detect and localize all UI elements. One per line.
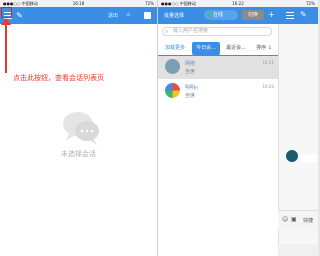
- status-bar: ●●●○○ 中国移动 16:18 72%: [0, 0, 157, 7]
- phone-left: ●●●○○ 中国移动 16:18 72% ✎ 退出 ⚠ 点击此按钮，查看会话列表…: [0, 0, 157, 256]
- sort-button[interactable]: 排序 ↓: [252, 42, 276, 55]
- phone-right: ●●●○○ 中国移动 16:22 72% 批量选择 在线 切换 + ✎ ⌕ 输入…: [158, 0, 318, 256]
- annotation-arrow-line: [5, 19, 7, 73]
- chat-input-bar: ☺ ▣ 快捷: [278, 210, 318, 230]
- search-placeholder: 输入用户名搜索: [173, 28, 209, 34]
- user-icon[interactable]: [144, 12, 151, 19]
- edit-icon-right[interactable]: ✎: [300, 10, 307, 19]
- avatar: [165, 59, 180, 74]
- session-tabs: 加载更多 今日会... 最近会... 排序 ↓: [158, 42, 278, 55]
- image-icon[interactable]: ▣: [291, 216, 297, 223]
- alert-icon[interactable]: ⚠: [126, 12, 130, 18]
- load-more-button[interactable]: 加载更多: [160, 42, 190, 55]
- online-status-pill[interactable]: 在线: [204, 10, 238, 20]
- session-time: 16:20: [262, 84, 274, 89]
- search-input[interactable]: ⌕ 输入用户名搜索: [162, 27, 272, 36]
- online-dot-icon: [207, 13, 211, 17]
- quick-reply-button[interactable]: 快捷: [303, 217, 313, 224]
- clock-text-right: 16:22: [232, 1, 244, 6]
- logout-link[interactable]: 退出: [108, 12, 118, 19]
- annotation-text: 点击此按钮，查看会话列表页: [13, 74, 104, 82]
- session-item[interactable]: 网络 16:21 坐席: [158, 56, 278, 79]
- clock-text: 16:18: [72, 1, 85, 6]
- battery-text: 72%: [145, 1, 154, 6]
- avatar: [165, 83, 180, 98]
- session-subtitle: 坐席: [185, 69, 196, 75]
- batch-select-button[interactable]: 批量选择: [164, 12, 184, 19]
- screenshot-stage: ●●●○○ 中国移动 16:18 72% ✎ 退出 ⚠ 点击此按钮，查看会话列表…: [0, 0, 318, 256]
- menu-icon-right[interactable]: [286, 12, 294, 19]
- emoji-icon[interactable]: ☺: [282, 216, 288, 223]
- chat-avatar: [286, 150, 298, 162]
- session-name: 明明n: [185, 85, 199, 91]
- search-icon: ⌕: [165, 28, 169, 35]
- switch-button[interactable]: 切换: [242, 10, 264, 20]
- status-bar-right: ●●●○○ 中国移动 16:22 72%: [158, 0, 318, 7]
- add-icon[interactable]: +: [268, 10, 275, 19]
- top-nav-bar-right: 批量选择 在线 切换 + ✎: [158, 7, 318, 24]
- session-name: 网络: [185, 61, 196, 67]
- battery-text-right: 72%: [306, 1, 315, 6]
- menu-highlight-box: [1, 7, 12, 18]
- session-time: 16:21: [262, 60, 274, 65]
- session-subtitle: 坐席: [185, 93, 196, 99]
- edit-icon[interactable]: ✎: [15, 11, 24, 20]
- online-status-text: 在线: [213, 12, 224, 18]
- chat-bubbles-icon: [63, 112, 99, 145]
- top-nav-bar: ✎ 退出 ⚠: [0, 7, 157, 24]
- empty-state-text: 未选择会话: [61, 150, 96, 158]
- tab-recent[interactable]: 最近会...: [222, 42, 250, 55]
- chat-message-bubble: [301, 154, 318, 162]
- tab-today[interactable]: 今日会...: [192, 42, 220, 55]
- session-item[interactable]: 明明n 16:20 坐席: [158, 80, 278, 103]
- bottom-bar: [278, 244, 318, 256]
